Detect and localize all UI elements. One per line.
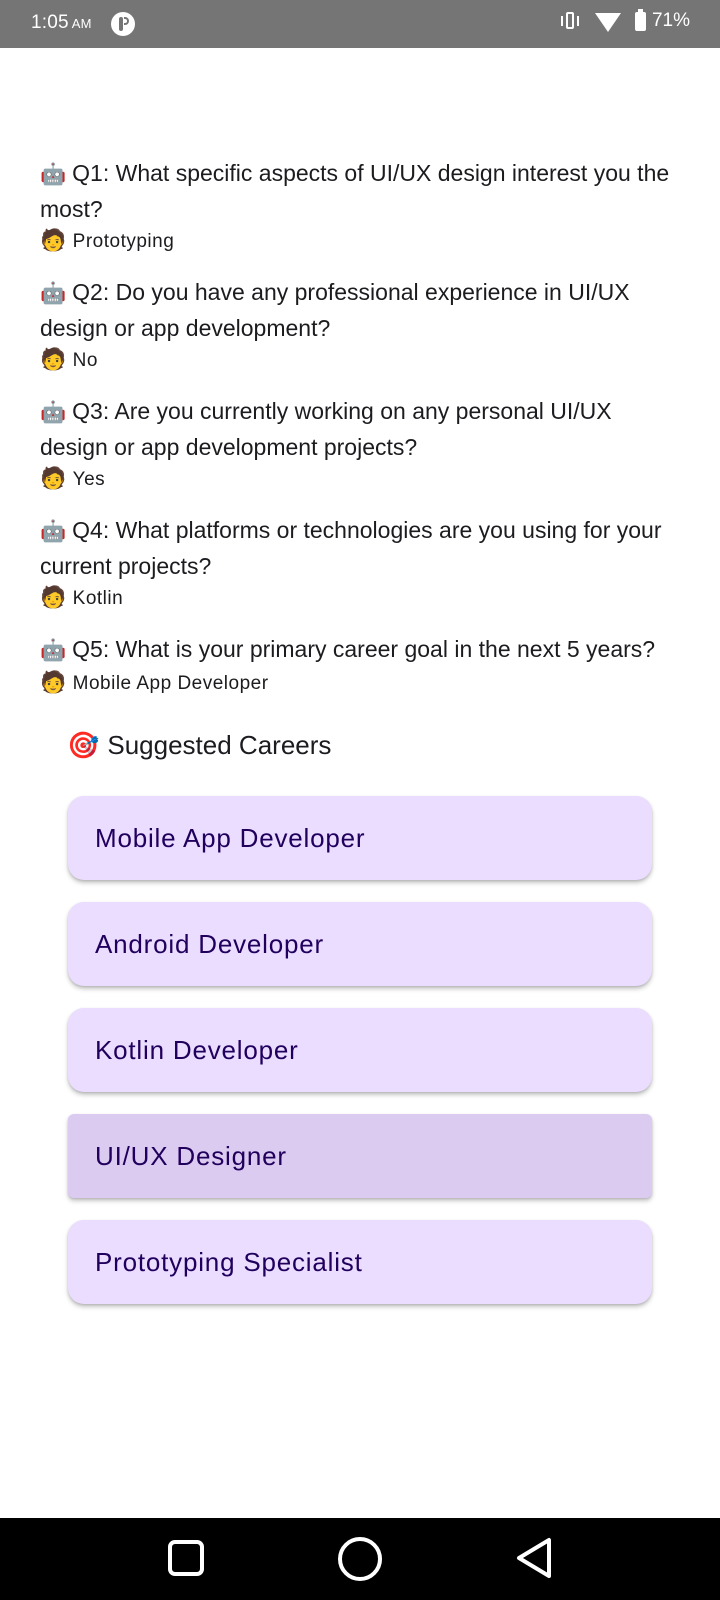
- person-icon: 🧑: [40, 348, 67, 371]
- qa-item: 🤖 Q1: What specific aspects of UI/UX desi…: [40, 156, 680, 257]
- qa-item: 🤖 Q3: Are you currently working on any pe…: [40, 394, 680, 495]
- question-text: 🤖 Q3: Are you currently working on any pe…: [40, 394, 680, 464]
- status-bar: 1:05 AM 71%: [0, 0, 720, 48]
- robot-icon: 🤖: [40, 163, 67, 186]
- question-text: 🤖 Q5: What is your primary career goal in…: [40, 632, 680, 668]
- wifi-icon: [594, 12, 621, 32]
- answer-label: Kotlin: [72, 588, 124, 609]
- question-label: Q2: Do you have any professional experie…: [40, 279, 630, 341]
- answer-text: 🧑 Mobile App Developer: [40, 668, 680, 699]
- answer-label: Mobile App Developer: [72, 673, 269, 694]
- career-label: Android Developer: [95, 928, 324, 959]
- person-icon: 🧑: [40, 586, 67, 609]
- career-card-android-developer[interactable]: Android Developer: [68, 902, 652, 986]
- question-text: 🤖 Q4: What platforms or technologies are …: [40, 513, 680, 583]
- question-label: Q1: What specific aspects of UI/UX desig…: [40, 160, 670, 222]
- robot-icon: 🤖: [40, 639, 67, 662]
- career-label: UI/UX Designer: [95, 1140, 287, 1171]
- question-label: Q5: What is your primary career goal in …: [72, 636, 656, 662]
- answer-label: Yes: [72, 469, 106, 490]
- qa-list: 🤖 Q1: What specific aspects of UI/UX desi…: [40, 156, 680, 717]
- career-card-kotlin-developer[interactable]: Kotlin Developer: [68, 1008, 652, 1092]
- robot-icon: 🤖: [40, 520, 67, 543]
- recents-icon[interactable]: [168, 1540, 204, 1576]
- qa-item: 🤖 Q5: What is your primary career goal in…: [40, 632, 680, 699]
- status-time: 1:05 AM: [31, 12, 92, 34]
- person-icon: 🧑: [40, 229, 67, 252]
- career-label: Prototyping Specialist: [95, 1246, 363, 1277]
- back-icon[interactable]: [514, 1536, 554, 1580]
- target-icon: 🎯: [67, 730, 100, 760]
- career-label: Kotlin Developer: [95, 1034, 299, 1065]
- status-icons: 71%: [559, 8, 690, 32]
- question-text: 🤖 Q1: What specific aspects of UI/UX desi…: [40, 156, 680, 226]
- qa-item: 🤖 Q2: Do you have any professional experi…: [40, 275, 680, 376]
- home-icon[interactable]: [338, 1537, 382, 1581]
- question-text: 🤖 Q2: Do you have any professional experi…: [40, 275, 680, 345]
- robot-icon: 🤖: [40, 401, 67, 424]
- app-icon: [111, 12, 135, 36]
- answer-text: 🧑 Kotlin: [40, 583, 680, 614]
- answer-text: 🧑 No: [40, 345, 680, 376]
- career-card-ui-ux-designer[interactable]: UI/UX Designer: [68, 1114, 652, 1198]
- answer-text: 🧑 Yes: [40, 464, 680, 495]
- suggested-careers-title: Suggested Careers: [107, 730, 332, 760]
- status-time-ampm: AM: [71, 16, 92, 31]
- answer-label: Prototyping: [72, 231, 175, 252]
- career-list: Mobile App Developer Android Developer K…: [68, 796, 652, 1326]
- answer-text: 🧑 Prototyping: [40, 226, 680, 257]
- qa-item: 🤖 Q4: What platforms or technologies are …: [40, 513, 680, 614]
- question-label: Q3: Are you currently working on any per…: [40, 398, 612, 460]
- battery-icon: [634, 8, 646, 31]
- person-icon: 🧑: [40, 467, 67, 490]
- answer-label: No: [72, 350, 98, 371]
- vibrate-icon: [559, 10, 581, 32]
- battery-percent: 71%: [651, 10, 690, 31]
- status-time-value: 1:05: [31, 12, 69, 33]
- suggested-careers-heading: 🎯 Suggested Careers: [67, 730, 331, 761]
- question-label: Q4: What platforms or technologies are y…: [40, 517, 662, 579]
- person-icon: 🧑: [40, 671, 67, 694]
- navigation-bar: [0, 1518, 720, 1600]
- career-card-mobile-app-developer[interactable]: Mobile App Developer: [68, 796, 652, 880]
- robot-icon: 🤖: [40, 282, 67, 305]
- career-label: Mobile App Developer: [95, 822, 366, 853]
- career-card-prototyping-specialist[interactable]: Prototyping Specialist: [68, 1220, 652, 1304]
